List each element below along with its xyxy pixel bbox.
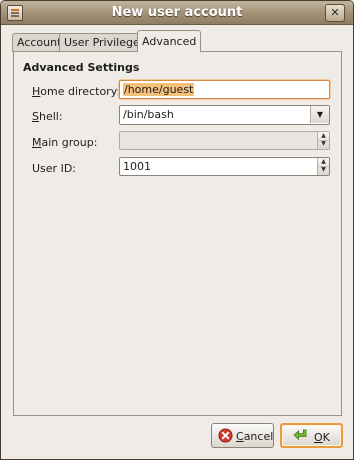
user-id-label: User ID: <box>32 162 76 175</box>
down-arrow-icon[interactable]: ▼ <box>318 166 329 174</box>
main-group-stepper[interactable]: ▲ ▼ <box>317 132 329 149</box>
close-icon[interactable]: ✕ <box>325 4 345 22</box>
window-title: New user account <box>111 5 243 20</box>
advanced-panel: Advanced Settings Home directory: /home/… <box>13 51 342 416</box>
cancel-button[interactable]: Cancel <box>211 423 274 448</box>
down-arrow-icon[interactable]: ▼ <box>318 140 329 148</box>
home-directory-value: /home/guest <box>123 83 195 96</box>
user-id-spinbox[interactable]: 1001 ▲ ▼ <box>119 157 330 176</box>
tab-label: User Privileges <box>64 36 146 49</box>
ok-button[interactable]: OK <box>280 423 343 448</box>
chevron-down-icon[interactable]: ▼ <box>310 106 329 123</box>
tab-label: Account <box>17 36 62 49</box>
user-id-value: 1001 <box>123 160 151 173</box>
ok-arrow-icon <box>293 429 307 441</box>
shell-combobox[interactable]: /bin/bash ▼ <box>119 105 330 125</box>
cancel-label: Cancel <box>236 430 274 443</box>
tab-label: Advanced <box>142 35 197 48</box>
home-directory-label: Home directory: <box>32 85 121 98</box>
dialog-window: New user account ✕ Account User Privileg… <box>0 0 354 460</box>
tab-advanced[interactable]: Advanced <box>137 30 202 52</box>
main-group-label: Main group: <box>32 136 98 149</box>
ok-label: OK <box>314 431 330 444</box>
section-title: Advanced Settings <box>23 61 140 74</box>
shell-value: /bin/bash <box>123 108 174 121</box>
shell-label: Shell: <box>32 110 63 123</box>
home-directory-input[interactable]: /home/guest <box>119 80 330 99</box>
cancel-icon <box>218 428 233 443</box>
user-id-stepper[interactable]: ▲ ▼ <box>317 158 329 175</box>
main-group-combobox[interactable]: ▲ ▼ <box>119 131 330 150</box>
title-bar[interactable]: New user account ✕ <box>1 1 353 25</box>
